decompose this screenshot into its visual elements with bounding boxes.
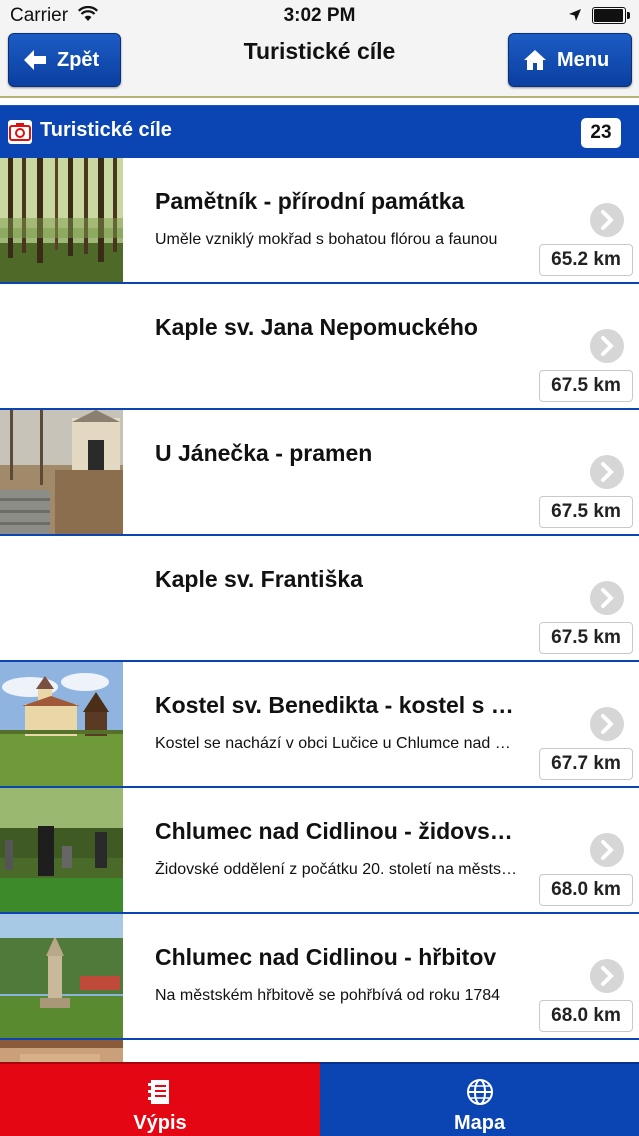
list-item[interactable]: Kaple sv. Františka 67.5 km: [0, 536, 639, 662]
item-description: Uměle vzniklý mokřad s bohatou flórou a …: [155, 231, 498, 248]
location-arrow-icon: [569, 9, 581, 21]
thumbnail-cemetery: [0, 914, 123, 1038]
chevron-right-icon: [590, 959, 624, 993]
thumbnail-spring: [0, 410, 123, 534]
status-bar: Carrier 3:02 PM: [0, 0, 639, 32]
item-title: Kostel sv. Benedikta - kostel s dřevěnou…: [155, 692, 525, 718]
count-badge: 23: [581, 118, 621, 148]
list-item[interactable]: Kaple sv. Jana Nepomuckého 67.5 km: [0, 284, 639, 410]
thumbnail-church: [0, 662, 123, 786]
item-description: Na městském hřbitově se pohřbívá od roku…: [155, 987, 501, 1004]
chevron-right-icon: [590, 329, 624, 363]
tab-list[interactable]: Výpis: [0, 1062, 320, 1136]
chevron-right-icon: [590, 455, 624, 489]
clock: 3:02 PM: [283, 5, 356, 26]
tab-list-label: Výpis: [133, 1112, 187, 1134]
distance-badge: 67.5 km: [539, 496, 633, 528]
home-icon: [524, 50, 546, 70]
chevron-right-icon: [590, 203, 624, 237]
thumbnail-forest: [0, 158, 123, 282]
item-title: Pamětník - přírodní památka: [155, 188, 465, 214]
item-description: Kostel se nachází v obci Lučice u Chlumc…: [155, 735, 520, 752]
item-description: Židovské oddělení z počátku 20. století …: [155, 861, 520, 878]
section-title: Turistické cíle: [40, 119, 172, 141]
distance-badge: 68.0 km: [539, 874, 633, 906]
item-title: Chlumec nad Cidlinou - židovský hřbitov: [155, 818, 525, 844]
menu-button[interactable]: Menu: [508, 33, 632, 87]
list-item[interactable]: Kostel sv. Benedikta - kostel s dřevěnou…: [0, 662, 639, 788]
section-header: Turistické cíle 23: [0, 105, 639, 158]
globe-icon: [466, 1079, 493, 1105]
tab-map-label: Mapa: [453, 1112, 506, 1134]
tab-bar: Výpis Mapa: [0, 1062, 639, 1136]
tab-map[interactable]: Mapa: [320, 1062, 639, 1136]
menu-button-label: Menu: [557, 48, 610, 71]
camera-icon: [8, 120, 32, 144]
destination-list: Pamětník - přírodní památka Uměle vznikl…: [0, 158, 639, 1080]
list-item[interactable]: Chlumec nad Cidlinou - hřbitov Na městsk…: [0, 914, 639, 1040]
item-title: Chlumec nad Cidlinou - hřbitov: [155, 944, 497, 970]
chevron-right-icon: [590, 707, 624, 741]
list-icon: [148, 1080, 169, 1104]
chevron-right-icon: [590, 833, 624, 867]
navigation-bar: Zpět Turistické cíle Menu: [0, 32, 639, 98]
distance-badge: 67.7 km: [539, 748, 633, 780]
list-item[interactable]: U Jánečka - pramen 67.5 km: [0, 410, 639, 536]
list-item[interactable]: Chlumec nad Cidlinou - židovský hřbitov …: [0, 788, 639, 914]
distance-badge: 67.5 km: [539, 370, 633, 402]
distance-badge: 67.5 km: [539, 622, 633, 654]
thumbnail-graves: [0, 788, 123, 912]
item-title: Kaple sv. Františka: [155, 566, 363, 592]
item-title: Kaple sv. Jana Nepomuckého: [155, 314, 478, 340]
item-title: U Jánečka - pramen: [155, 440, 373, 466]
distance-badge: 65.2 km: [539, 244, 633, 276]
list-item[interactable]: Pamětník - přírodní památka Uměle vznikl…: [0, 158, 639, 284]
distance-badge: 68.0 km: [539, 1000, 633, 1032]
chevron-right-icon: [590, 581, 624, 615]
battery-icon: [592, 7, 630, 24]
